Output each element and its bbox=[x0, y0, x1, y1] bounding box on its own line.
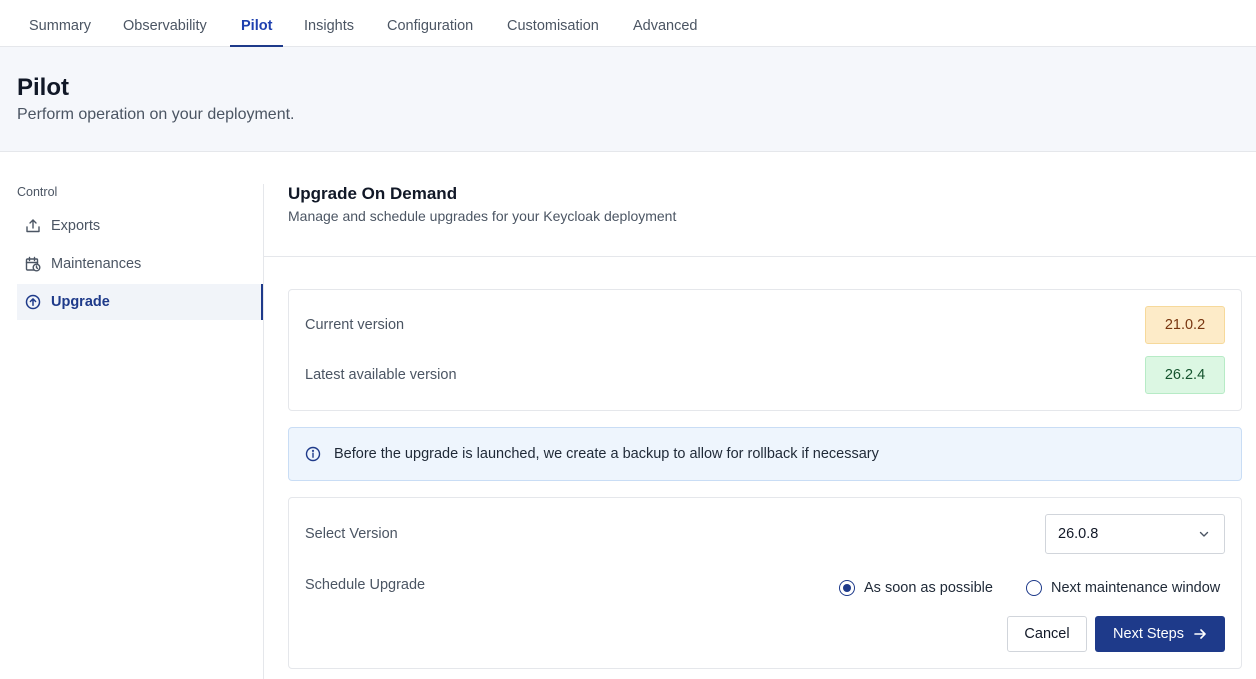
radio-as-soon-as-possible[interactable]: As soon as possible bbox=[839, 580, 993, 596]
radio-label: Next maintenance window bbox=[1051, 580, 1221, 596]
sidebar-item-exports[interactable]: Exports bbox=[17, 208, 263, 244]
sidebar-divider bbox=[263, 184, 264, 679]
tab-advanced[interactable]: Advanced bbox=[633, 0, 698, 46]
cancel-button[interactable]: Cancel bbox=[1007, 616, 1087, 652]
section-divider bbox=[264, 256, 1256, 257]
tab-bar: Summary Observability Pilot Insights Con… bbox=[0, 0, 1256, 47]
radio-next-maintenance-window[interactable]: Next maintenance window bbox=[1026, 580, 1220, 596]
section-title: Upgrade On Demand bbox=[288, 184, 458, 203]
export-icon bbox=[25, 218, 41, 234]
chevron-down-icon bbox=[1198, 528, 1210, 540]
latest-version-badge: 26.2.4 bbox=[1145, 356, 1225, 394]
sidebar-item-label: Upgrade bbox=[51, 294, 110, 310]
version-select[interactable]: 26.0.8 bbox=[1045, 514, 1225, 554]
schedule-upgrade-label: Schedule Upgrade bbox=[305, 577, 426, 593]
page-header: Pilot Perform operation on your deployme… bbox=[0, 47, 1256, 152]
tab-observability[interactable]: Observability bbox=[123, 0, 207, 46]
version-select-value: 26.0.8 bbox=[1058, 526, 1099, 542]
sidebar-item-label: Maintenances bbox=[51, 256, 142, 272]
select-version-label: Select Version bbox=[305, 526, 398, 542]
tab-insights[interactable]: Insights bbox=[304, 0, 354, 46]
next-steps-label: Next Steps bbox=[1113, 626, 1184, 642]
sidebar-item-upgrade[interactable]: Upgrade bbox=[17, 284, 263, 320]
radio-indicator bbox=[1026, 580, 1042, 596]
info-icon bbox=[305, 446, 321, 462]
calendar-clock-icon bbox=[25, 256, 41, 272]
section-subtitle: Manage and schedule upgrades for your Ke… bbox=[288, 208, 677, 224]
radio-label: As soon as possible bbox=[864, 580, 993, 596]
tab-configuration[interactable]: Configuration bbox=[387, 0, 473, 46]
next-steps-button[interactable]: Next Steps bbox=[1095, 616, 1225, 652]
current-version-label: Current version bbox=[305, 317, 405, 333]
info-text: Before the upgrade is launched, we creat… bbox=[334, 446, 879, 462]
arrow-right-icon bbox=[1193, 627, 1207, 641]
versions-card: Current version 21.0.2 Latest available … bbox=[288, 289, 1242, 411]
tab-customisation[interactable]: Customisation bbox=[507, 0, 599, 46]
page-title: Pilot bbox=[17, 74, 69, 101]
tab-pilot[interactable]: Pilot bbox=[229, 0, 284, 47]
latest-version-label: Latest available version bbox=[305, 367, 457, 383]
tab-summary[interactable]: Summary bbox=[29, 0, 91, 46]
page-subtitle: Perform operation on your deployment. bbox=[17, 106, 295, 123]
arrow-up-circle-icon bbox=[25, 294, 41, 310]
upgrade-form-card: Select Version 26.0.8 Schedule Upgrade A… bbox=[288, 497, 1242, 669]
sidebar-item-maintenances[interactable]: Maintenances bbox=[17, 246, 263, 282]
sidebar-item-label: Exports bbox=[51, 218, 101, 234]
current-version-badge: 21.0.2 bbox=[1145, 306, 1225, 344]
sidebar-heading: Control bbox=[17, 185, 58, 199]
info-banner: Before the upgrade is launched, we creat… bbox=[288, 427, 1242, 481]
radio-selected-indicator bbox=[839, 580, 855, 596]
